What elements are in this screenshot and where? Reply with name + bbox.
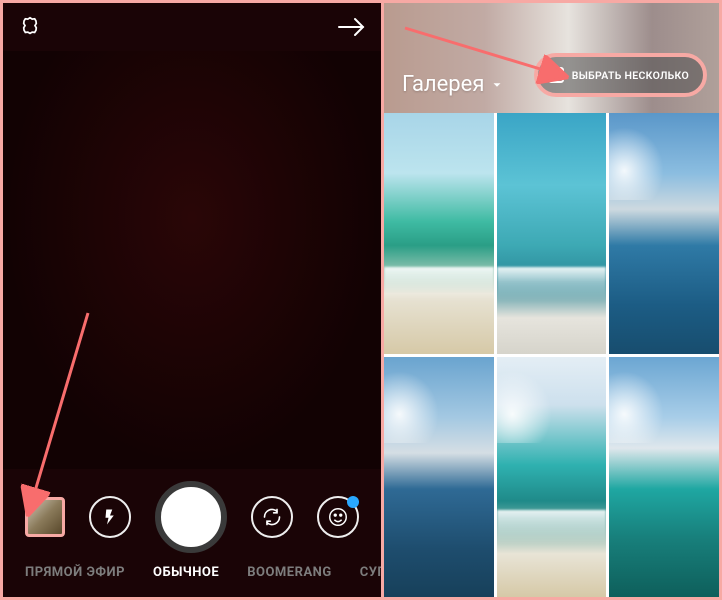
chevron-down-icon xyxy=(490,78,504,92)
camera-screen: ПРЯМОЙ ЭФИР ОБЫЧНОЕ BOOMERANG СУПЕ xyxy=(0,0,384,600)
gallery-tile[interactable] xyxy=(497,357,607,598)
gallery-tile[interactable] xyxy=(384,113,494,354)
settings-icon[interactable] xyxy=(17,14,43,40)
select-multiple-button[interactable]: ВЫБРАТЬ НЕСКОЛЬКО xyxy=(534,53,707,97)
gallery-screen: Галерея ВЫБРАТЬ НЕСКОЛЬКО xyxy=(384,0,722,600)
gallery-tile[interactable] xyxy=(384,357,494,598)
gallery-tile[interactable] xyxy=(497,113,607,354)
next-arrow-icon[interactable] xyxy=(337,15,367,39)
camera-viewfinder[interactable] xyxy=(3,51,381,469)
notification-dot-icon xyxy=(347,496,359,508)
camera-bottom-controls: ПРЯМОЙ ЭФИР ОБЫЧНОЕ BOOMERANG СУПЕ xyxy=(3,469,381,597)
gallery-thumbnail-button[interactable] xyxy=(25,497,65,537)
sticker-button[interactable] xyxy=(317,496,359,538)
shutter-button[interactable] xyxy=(155,481,227,553)
gallery-header: Галерея ВЫБРАТЬ НЕСКОЛЬКО xyxy=(384,3,719,113)
switch-camera-button[interactable] xyxy=(251,496,293,538)
select-multiple-label: ВЫБРАТЬ НЕСКОЛЬКО xyxy=(572,69,689,82)
gallery-title-label: Галерея xyxy=(402,72,484,97)
mode-normal[interactable]: ОБЫЧНОЕ xyxy=(153,565,219,580)
gallery-title-dropdown[interactable]: Галерея xyxy=(402,72,504,97)
mode-superzoom[interactable]: СУПЕ xyxy=(360,565,381,580)
mode-boomerang[interactable]: BOOMERANG xyxy=(247,565,332,580)
gallery-tile[interactable] xyxy=(609,113,719,354)
mode-live[interactable]: ПРЯМОЙ ЭФИР xyxy=(25,565,125,580)
camera-top-bar xyxy=(3,3,381,51)
checkbox-icon xyxy=(548,67,564,83)
control-row xyxy=(3,477,381,557)
flash-button[interactable] xyxy=(89,496,131,538)
gallery-grid xyxy=(384,113,719,597)
gallery-tile[interactable] xyxy=(609,357,719,598)
mode-selector[interactable]: ПРЯМОЙ ЭФИР ОБЫЧНОЕ BOOMERANG СУПЕ xyxy=(3,557,381,587)
